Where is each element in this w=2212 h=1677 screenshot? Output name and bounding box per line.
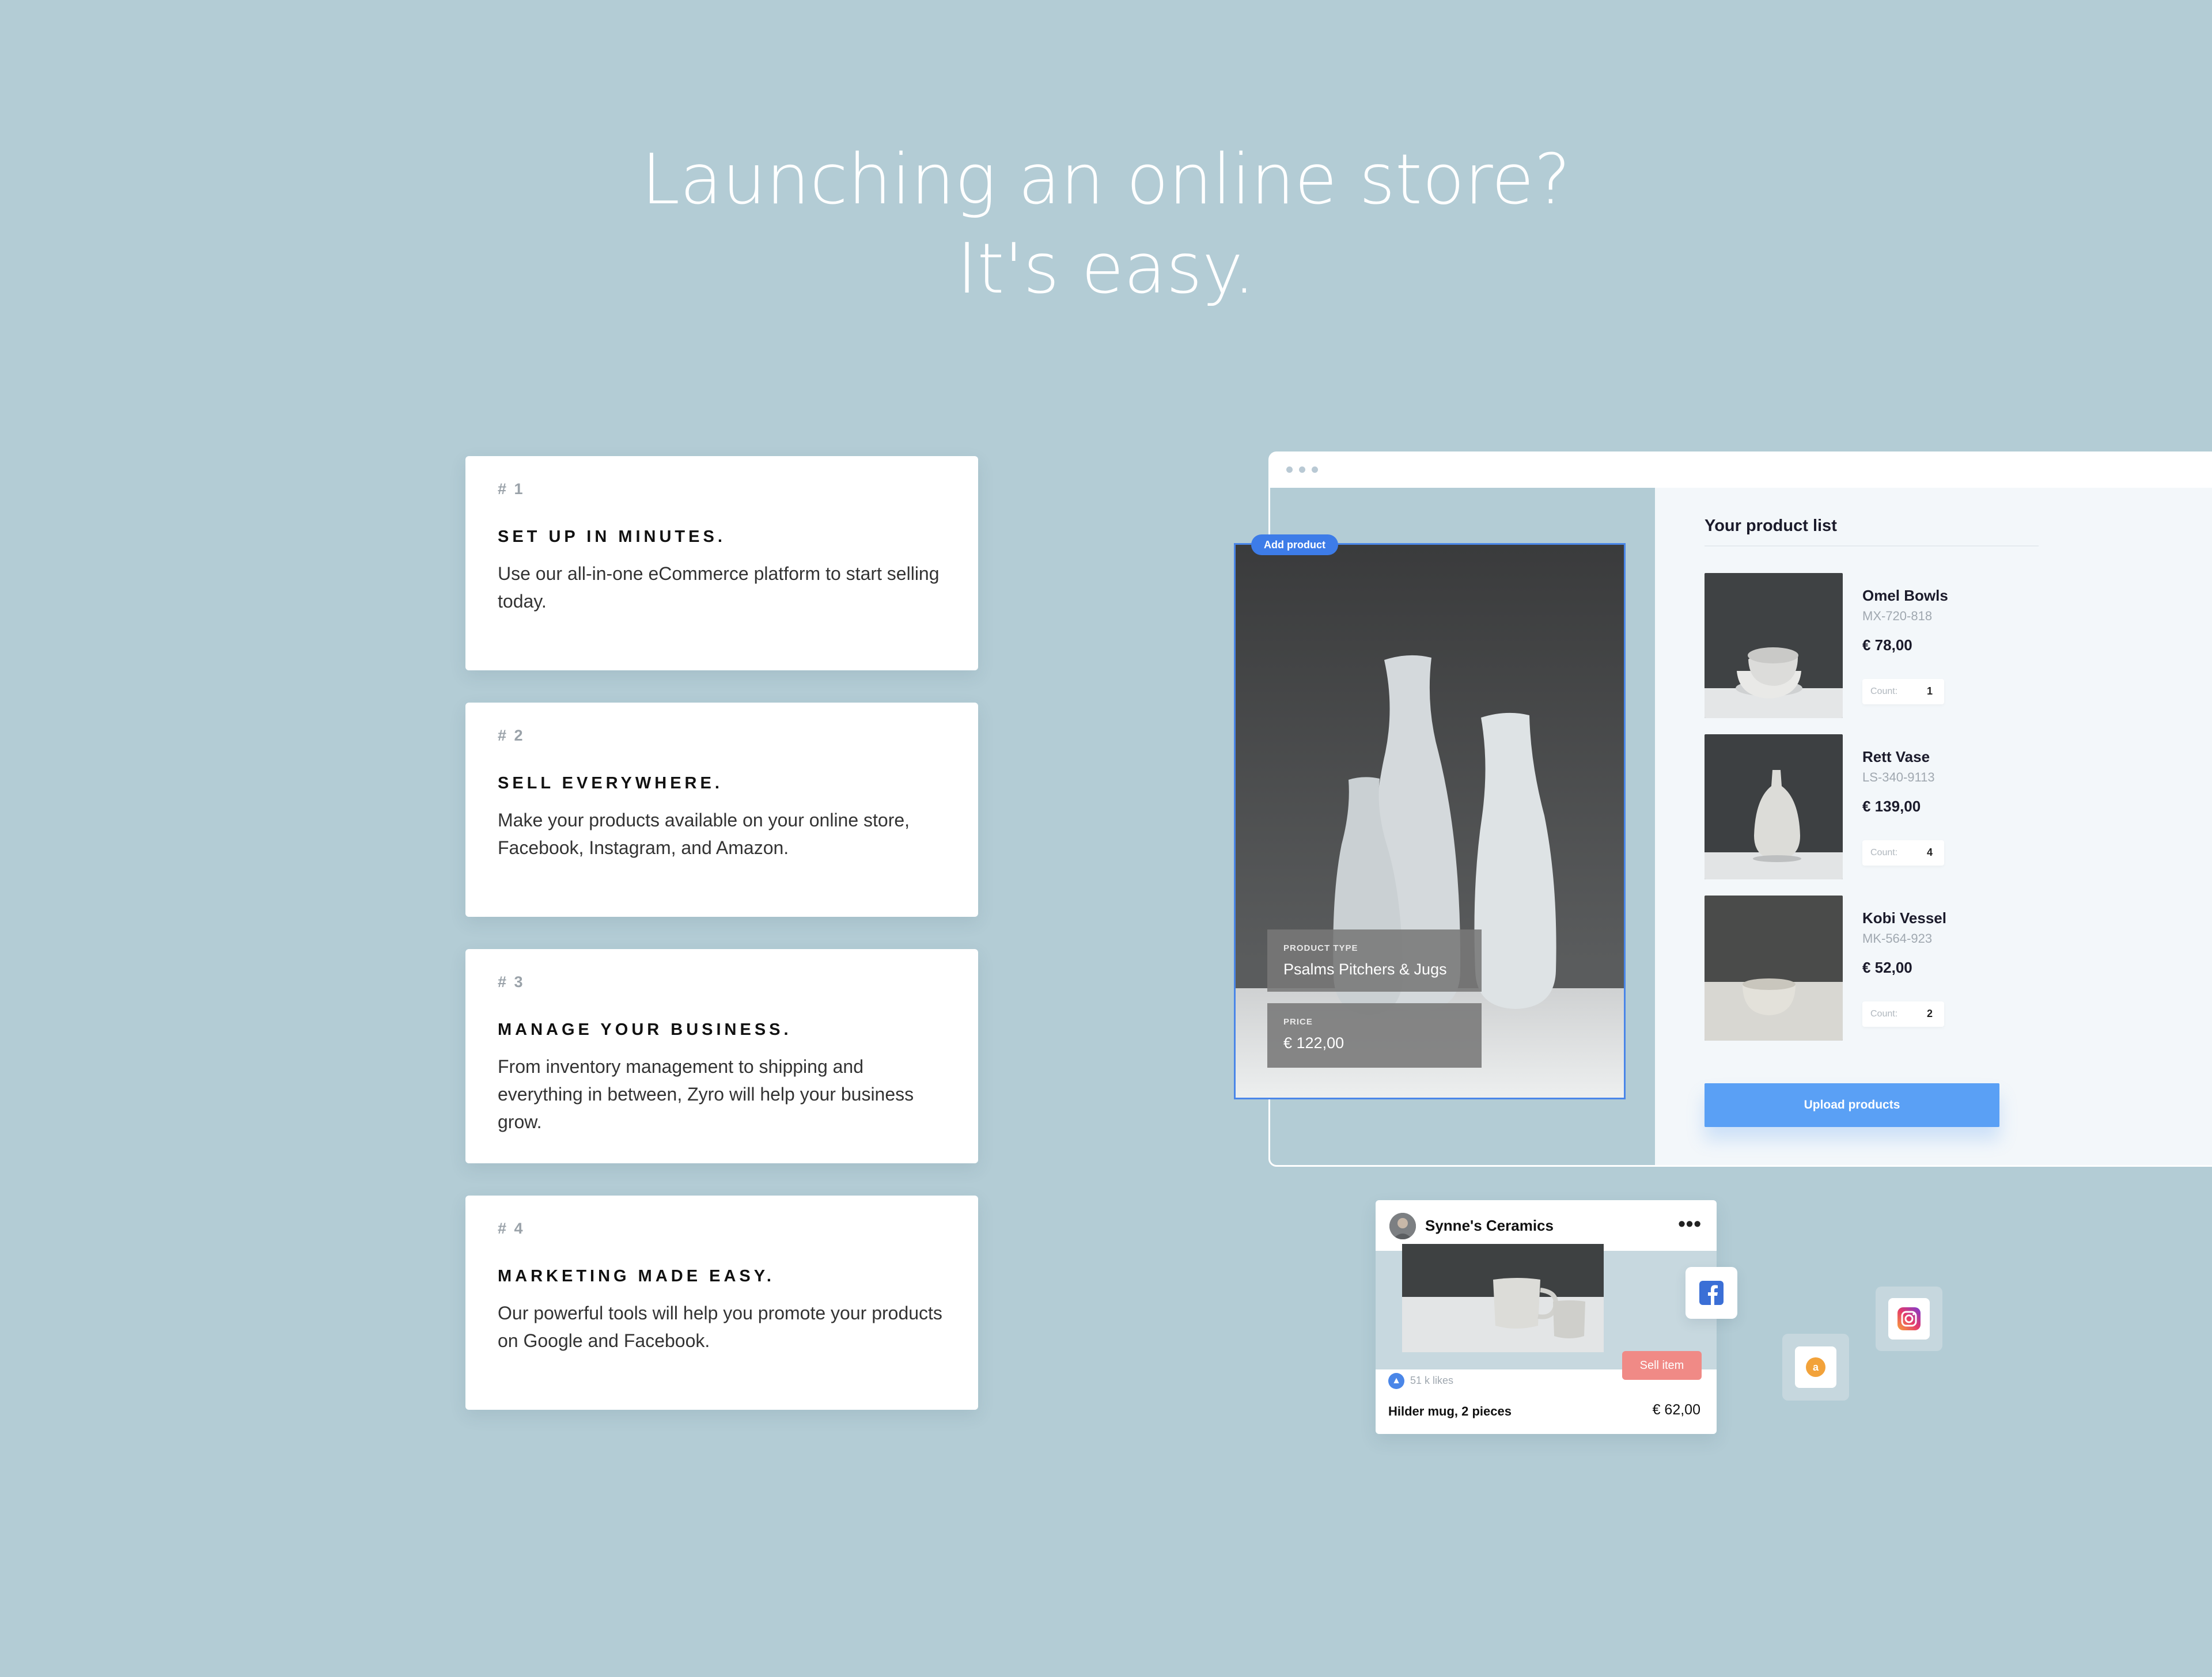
product-name: Rett Vase [1862,748,1930,765]
list-item[interactable]: Kobi Vessel MK-564-923 € 52,00 Count: 2 [1705,896,2073,1041]
feature-card-4: # 4 MARKETING MADE EASY. Our powerful to… [465,1196,978,1410]
divider [1705,545,2039,547]
product-name: Omel Bowls [1862,587,1948,604]
amazon-icon[interactable]: a [1782,1334,1849,1401]
feature-description: Make your products available on your onl… [498,810,910,858]
feature-number: # 3 [498,973,525,991]
product-sku: LS-340-9113 [1862,770,1935,784]
avatar [1389,1213,1416,1239]
post-item-name: Hilder mug, 2 pieces [1388,1404,1512,1418]
feature-title: SELL EVERYWHERE. [498,774,723,792]
feature-card-3: # 3 MANAGE YOUR BUSINESS. From inventory… [465,949,978,1163]
window-dot-icon [1286,466,1293,473]
product-thumbnail [1705,896,1843,1041]
feature-description: Use our all-in-one eCommerce platform to… [498,563,940,612]
product-type-value: Psalms Pitchers & Jugs [1283,961,1447,978]
feature-title: MANAGE YOUR BUSINESS. [498,1020,792,1039]
product-list-panel: Your product list Omel Bowls MX-720-818 … [1655,488,2212,1165]
hero-line-1: Launching an online store? [641,140,1571,220]
social-post-card: Synne's Ceramics ••• Sell item ▲ 51 k li… [1376,1200,1717,1434]
product-sku: MK-564-923 [1862,931,1933,946]
hero-heading: Launching an online store? It's easy. [0,135,2212,314]
product-type-overlay: PRODUCT TYPE Psalms Pitchers & Jugs [1267,929,1482,992]
product-list-title: Your product list [1705,517,1837,535]
post-photo [1402,1244,1604,1352]
count-stepper[interactable]: Count: 2 [1862,1001,1944,1027]
hero-line-2: It's easy. [956,229,1256,309]
likes-count: 51 k likes [1410,1375,1454,1386]
feature-title: MARKETING MADE EASY. [498,1267,775,1285]
sell-item-button[interactable]: Sell item [1622,1351,1702,1380]
product-thumbnail [1705,734,1843,879]
product-price: € 52,00 [1862,959,1912,976]
feature-number: # 1 [498,480,525,498]
count-value: 2 [1926,1008,1933,1019]
feature-title: SET UP IN MINUTES. [498,528,726,546]
product-card[interactable]: PRODUCT TYPE Psalms Pitchers & Jugs PRIC… [1234,543,1626,1099]
product-price: € 78,00 [1862,636,1912,654]
post-item-price: € 62,00 [1652,1402,1700,1418]
facebook-icon[interactable] [1685,1267,1737,1319]
feature-card-1: # 1 SET UP IN MINUTES. Use our all-in-on… [465,456,978,670]
count-stepper[interactable]: Count: 1 [1862,679,1944,704]
feature-card-2: # 2 SELL EVERYWHERE. Make your products … [465,703,978,917]
add-product-tag[interactable]: Add product [1251,534,1338,555]
feature-number: # 2 [498,727,525,744]
upload-products-button[interactable]: Upload products [1705,1083,1999,1127]
browser-titlebar [1270,453,2212,488]
list-item[interactable]: Omel Bowls MX-720-818 € 78,00 Count: 1 [1705,573,2073,718]
store-name: Synne's Ceramics [1425,1217,1554,1234]
count-value: 4 [1926,847,1933,858]
more-icon[interactable]: ••• [1678,1212,1702,1236]
window-dot-icon [1299,466,1305,473]
like-icon[interactable]: ▲ [1388,1373,1404,1389]
count-label: Count: [1870,686,1898,696]
list-item[interactable]: Rett Vase LS-340-9113 € 139,00 Count: 4 [1705,734,2073,879]
product-price: € 139,00 [1862,798,1921,815]
svg-text:a: a [1813,1361,1819,1373]
product-name: Kobi Vessel [1862,909,1946,927]
feature-number: # 4 [498,1220,525,1237]
product-thumbnail [1705,573,1843,718]
price-overlay: PRICE € 122,00 [1267,1003,1482,1068]
product-sku: MX-720-818 [1862,609,1933,623]
count-label: Count: [1870,1009,1898,1019]
price-label: PRICE [1283,1017,1313,1027]
count-value: 1 [1926,685,1933,697]
feature-description: Our powerful tools will help you promote… [498,1303,942,1351]
window-dot-icon [1312,466,1318,473]
instagram-icon[interactable] [1876,1287,1942,1351]
count-label: Count: [1870,848,1898,858]
price-value: € 122,00 [1283,1034,1344,1052]
feature-description: From inventory management to shipping an… [498,1056,914,1132]
product-type-label: PRODUCT TYPE [1283,943,1358,953]
count-stepper[interactable]: Count: 4 [1862,840,1944,866]
